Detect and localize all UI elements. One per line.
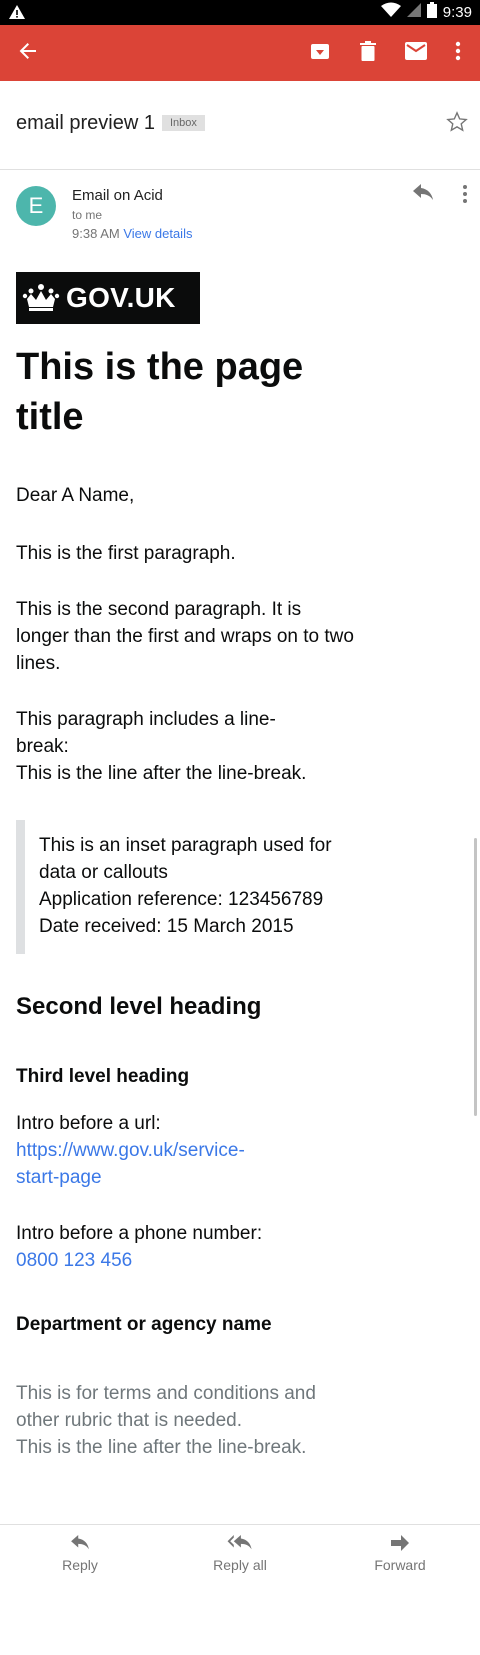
govuk-logo: GOV.UK (16, 272, 200, 324)
subject-row: email preview 1 Inbox (0, 81, 480, 170)
inset-line-1: This is an inset paragraph used for data… (39, 835, 332, 883)
reply-all-button[interactable]: Reply all (180, 1535, 300, 1573)
reply-all-label: Reply all (213, 1557, 267, 1573)
star-icon[interactable] (446, 111, 468, 138)
terms-line-1: This is for terms and conditions and oth… (16, 1383, 316, 1431)
forward-label: Forward (374, 1557, 426, 1573)
forward-icon (340, 1535, 460, 1551)
battery-icon (426, 2, 437, 23)
paragraph-3-line-1: This paragraph includes a line-break: (16, 709, 276, 757)
clock: 9:39 (442, 4, 472, 21)
reply-icon[interactable] (412, 184, 434, 207)
reply-icon (20, 1535, 140, 1551)
inset-line-2: Application reference: 123456789 (39, 889, 324, 910)
archive-icon (310, 41, 330, 66)
view-details-link[interactable]: View details (123, 226, 192, 241)
department-name: Department or agency name (16, 1314, 272, 1335)
service-url-link[interactable]: https://www.gov.uk/service-start-page (16, 1137, 286, 1191)
trash-icon (360, 40, 376, 66)
arrow-back-icon (18, 41, 38, 66)
app-toolbar (0, 25, 480, 81)
sender-name: Email on Acid (72, 187, 163, 204)
warning-icon (8, 4, 26, 25)
status-bar: 9:39 (0, 0, 480, 25)
second-level-heading: Second level heading (16, 993, 262, 1020)
message-more-icon[interactable] (462, 184, 468, 209)
email-subject: email preview 1 (16, 112, 155, 134)
inset-line-3: Date received: 15 March 2015 (39, 916, 294, 937)
phone-intro: Intro before a phone number: (16, 1223, 263, 1244)
phone-link[interactable]: 0800 123 456 (16, 1247, 356, 1274)
sender-header: E Email on Acid to me 9:38 AM View detai… (0, 170, 480, 250)
forward-button[interactable]: Forward (340, 1535, 460, 1573)
terms-line-2: This is the line after the line-break. (16, 1437, 307, 1458)
recipient-line: to me (72, 208, 103, 222)
page-title: This is the page title (16, 346, 304, 438)
mail-icon (405, 41, 427, 65)
more-vert-icon (455, 41, 461, 66)
delete-button[interactable] (348, 25, 388, 81)
avatar[interactable]: E (16, 186, 56, 226)
paragraph-2: This is the second paragraph. It is long… (16, 599, 354, 674)
more-options-button[interactable] (438, 25, 478, 81)
mark-unread-button[interactable] (396, 25, 436, 81)
wifi-icon (380, 2, 401, 23)
logo-text: GOV.UK (66, 282, 176, 313)
message-time: 9:38 AM (72, 226, 120, 241)
greeting: Dear A Name, (16, 485, 135, 506)
reply-label: Reply (62, 1557, 98, 1573)
reply-all-icon (180, 1535, 300, 1551)
bottom-action-bar: Reply Reply all Forward (0, 1524, 480, 1655)
url-intro: Intro before a url: (16, 1113, 161, 1134)
message-time-line: 9:38 AM View details (72, 226, 192, 241)
reply-button[interactable]: Reply (20, 1535, 140, 1573)
scrollbar[interactable] (474, 838, 477, 1116)
inbox-label[interactable]: Inbox (162, 115, 205, 131)
third-level-heading: Third level heading (16, 1066, 190, 1087)
signal-icon (406, 3, 421, 22)
back-button[interactable] (8, 25, 48, 81)
paragraph-3-line-2: This is the line after the line-break. (16, 763, 307, 784)
inset-paragraph: This is an inset paragraph used for data… (39, 832, 369, 940)
paragraph-1: This is the first paragraph. (16, 543, 236, 564)
archive-button[interactable] (300, 25, 340, 81)
